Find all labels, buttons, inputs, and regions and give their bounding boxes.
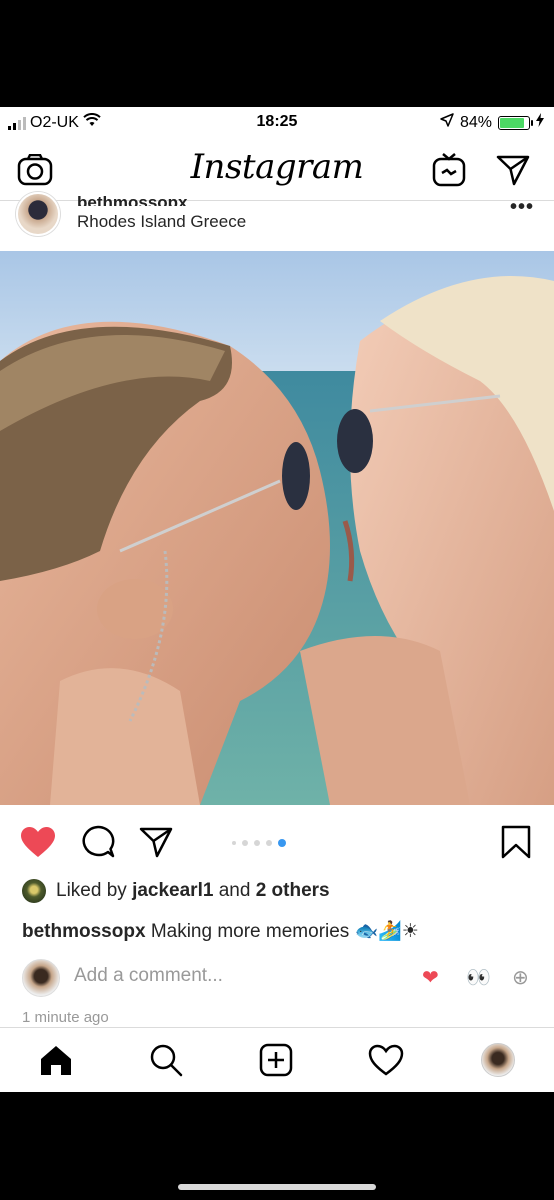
charging-icon — [536, 113, 544, 132]
search-icon[interactable] — [146, 1040, 186, 1080]
battery-icon — [498, 115, 533, 130]
post-username[interactable]: bethmossopx — [77, 194, 188, 206]
quick-reaction-add-icon[interactable]: ⊕ — [512, 965, 529, 990]
app-logo: Instagram — [190, 147, 364, 187]
carousel-dot — [254, 840, 260, 846]
carousel-dot — [232, 841, 236, 845]
carousel-indicator — [232, 839, 286, 847]
app-screen: O2-UK 18:25 84% Instagram bethmossopx Rh… — [0, 107, 554, 1092]
share-icon[interactable] — [136, 822, 176, 862]
carousel-dot — [242, 840, 248, 846]
likes-prefix: Liked by — [56, 880, 127, 901]
like-heart-icon[interactable] — [18, 822, 58, 862]
comment-icon[interactable] — [78, 822, 118, 862]
bookmark-icon[interactable] — [496, 822, 536, 862]
more-options-icon[interactable]: ••• — [510, 196, 534, 219]
current-user-avatar — [22, 959, 60, 997]
heart-icon[interactable] — [366, 1040, 406, 1080]
liker-username[interactable]: jackearl1 — [132, 880, 213, 901]
comment-row: ❤ 👀 ⊕ — [0, 957, 554, 997]
battery-percent: 84% — [459, 113, 492, 131]
likes-row[interactable]: Liked by jackearl1 and 2 others — [22, 879, 330, 903]
caption-text: Making more memories — [150, 921, 350, 942]
location-arrow-icon — [440, 113, 454, 132]
igtv-icon[interactable] — [430, 151, 468, 189]
post-actions — [0, 822, 554, 866]
bottom-tab-bar — [0, 1027, 554, 1092]
post-photo[interactable] — [0, 251, 554, 805]
post-caption: bethmossopx Making more memories 🐟🏄☀ — [22, 919, 419, 943]
post-avatar[interactable] — [16, 192, 60, 236]
status-right: 84% — [440, 113, 544, 132]
post-location[interactable]: Rhodes Island Greece — [77, 212, 246, 232]
liker-avatar — [22, 879, 46, 903]
home-indicator[interactable] — [178, 1184, 376, 1190]
caption-username[interactable]: bethmossopx — [22, 921, 146, 942]
post-header: bethmossopx Rhodes Island Greece ••• — [0, 192, 554, 252]
status-bar: O2-UK 18:25 84% — [0, 107, 554, 137]
add-icon[interactable] — [256, 1040, 296, 1080]
add-comment-input[interactable] — [74, 965, 374, 987]
direct-send-icon[interactable] — [494, 151, 532, 189]
top-nav: Instagram — [0, 137, 554, 201]
quick-reaction-heart[interactable]: ❤ — [422, 965, 439, 990]
likes-joiner: and — [218, 880, 251, 901]
likes-text: Liked by jackearl1 and 2 others — [56, 880, 330, 902]
quick-reaction-eyes[interactable]: 👀 — [466, 965, 491, 990]
home-icon[interactable] — [36, 1040, 76, 1080]
caption-emojis: 🐟🏄☀ — [354, 921, 419, 942]
likes-others[interactable]: 2 others — [256, 880, 330, 901]
post-timestamp: 1 minute ago — [22, 1009, 109, 1026]
profile-icon[interactable] — [478, 1040, 518, 1080]
carousel-dot-active — [278, 839, 286, 847]
carousel-dot — [266, 840, 272, 846]
